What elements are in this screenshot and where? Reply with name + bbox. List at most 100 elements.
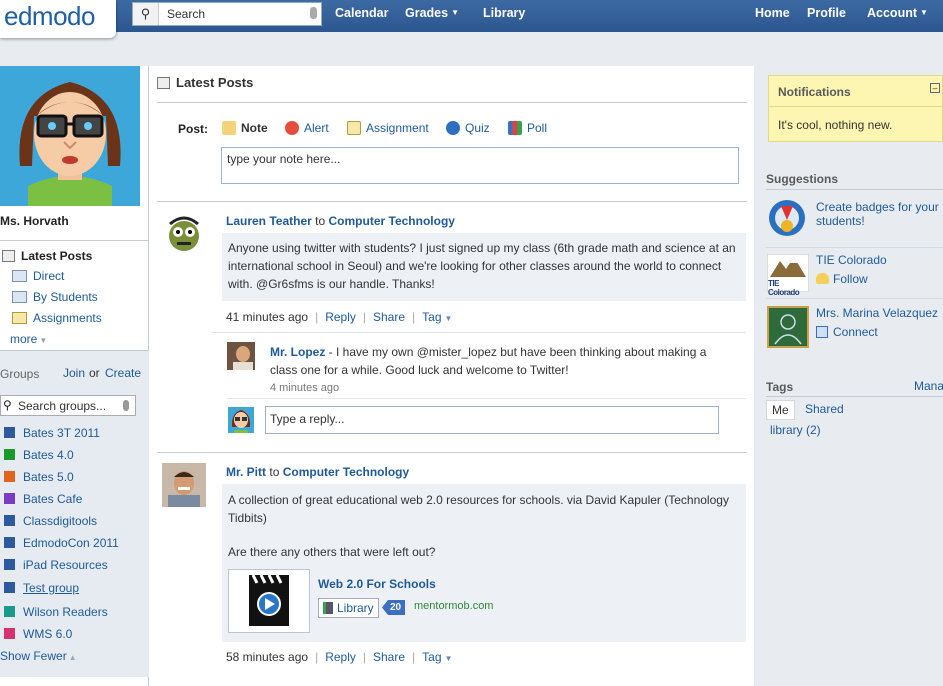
nav-grades[interactable]: Grades ▼ xyxy=(405,6,459,20)
group-item[interactable]: WMS 6.0 xyxy=(4,627,72,641)
group-item[interactable]: Classdigitools xyxy=(4,514,97,528)
divider xyxy=(157,201,747,202)
reply-input[interactable]: Type a reply... xyxy=(265,406,719,434)
suggestions-title: Suggestions xyxy=(766,172,839,186)
profile-name[interactable]: Ms. Horvath xyxy=(0,214,69,228)
post-author-link[interactable]: Mr. Pitt xyxy=(226,465,266,479)
nav-home[interactable]: Home xyxy=(755,6,790,20)
post-group-link[interactable]: Computer Technology xyxy=(283,465,409,479)
more-label: more xyxy=(10,332,38,346)
sidebar-item-assignments[interactable]: Assignments xyxy=(12,311,102,325)
share-link[interactable]: Share xyxy=(373,310,405,324)
group-item[interactable]: Test group xyxy=(4,581,79,595)
post-type-poll[interactable]: Poll xyxy=(508,121,547,135)
link-domain[interactable]: mentormob.com xyxy=(414,600,493,612)
post-label: Post: xyxy=(178,122,208,136)
alert-icon xyxy=(285,121,299,135)
join-group-link[interactable]: Join xyxy=(63,366,85,380)
join-or-text: or xyxy=(89,366,100,380)
tags-title: Tags xyxy=(766,380,794,394)
author-avatar[interactable] xyxy=(162,463,206,507)
group-item[interactable]: iPad Resources xyxy=(4,558,108,572)
sidebar-latest-posts[interactable]: Latest Posts xyxy=(2,249,92,263)
microphone-icon[interactable] xyxy=(123,400,129,411)
reply-link[interactable]: Reply xyxy=(325,650,356,664)
edmodo-logo[interactable]: edmodo xyxy=(0,0,116,38)
tab-tags-shared[interactable]: Shared xyxy=(805,402,844,416)
group-name: EdmodoCon 2011 xyxy=(23,536,119,550)
post-timestamp: 58 minutes ago xyxy=(226,650,309,664)
group-color-icon xyxy=(4,628,15,639)
suggestion-marina-velazquez[interactable]: Mrs. Marina Velazquez xyxy=(816,306,938,320)
my-avatar-small xyxy=(228,407,254,433)
chevron-down-icon: ▼ xyxy=(39,336,48,345)
note-input-placeholder: type your note here... xyxy=(227,152,341,166)
global-search[interactable]: ⚲ Search xyxy=(132,2,322,26)
tab-tags-me[interactable]: Me xyxy=(766,400,795,420)
badge-icon[interactable] xyxy=(767,198,807,240)
sidebar-item-by-students[interactable]: By Students xyxy=(12,290,98,304)
post-author-link[interactable]: Lauren Teather xyxy=(226,214,312,228)
search-input[interactable]: Search xyxy=(167,7,205,21)
post-type-assignment[interactable]: Assignment xyxy=(347,121,429,135)
group-item[interactable]: EdmodoCon 2011 xyxy=(4,536,119,550)
show-fewer-link[interactable]: Show Fewer ▲ xyxy=(0,649,77,663)
suggestion-tie-colorado[interactable]: TIE Colorado xyxy=(816,253,887,267)
link-thumbnail[interactable] xyxy=(228,569,310,633)
post-type-alert[interactable]: Alert xyxy=(285,121,329,135)
sidebar-more-link[interactable]: more ▼ xyxy=(10,332,47,346)
group-color-icon xyxy=(4,427,15,438)
connect-button[interactable]: Connect xyxy=(816,325,878,339)
profile-avatar[interactable] xyxy=(0,66,140,206)
students-icon xyxy=(12,291,27,303)
notifications-title: Notifications xyxy=(778,85,851,99)
post-text-2: Are there any others that were left out? xyxy=(228,545,436,559)
group-item[interactable]: Bates 4.0 xyxy=(4,448,74,462)
nav-account[interactable]: Account ▼ xyxy=(867,6,928,20)
create-badges-link[interactable]: Create badges for your students! xyxy=(816,200,941,228)
group-item[interactable]: Bates 5.0 xyxy=(4,470,74,484)
note-input[interactable]: type your note here... xyxy=(221,147,739,184)
create-group-link[interactable]: Create xyxy=(105,366,141,380)
microphone-icon[interactable] xyxy=(310,7,317,19)
divider xyxy=(0,240,149,241)
tag-link[interactable]: Tag xyxy=(422,650,441,664)
group-search[interactable]: ⚲ Search groups... xyxy=(0,395,136,416)
divider xyxy=(227,398,746,399)
tie-colorado-logo[interactable]: TIE Colorado xyxy=(767,254,809,297)
connect-icon xyxy=(816,326,828,338)
divider xyxy=(157,102,747,103)
group-item[interactable]: Bates Cafe xyxy=(4,492,82,506)
post-type-quiz[interactable]: Quiz xyxy=(446,121,490,135)
post-meta: 58 minutes ago | Reply | Share | Tag ▼ xyxy=(226,650,453,664)
group-color-icon xyxy=(4,606,15,617)
tag-link[interactable]: Tag xyxy=(422,310,441,324)
manage-tags-link[interactable]: Mana xyxy=(914,379,943,393)
reply-link[interactable]: Reply xyxy=(325,310,356,324)
group-color-icon xyxy=(4,449,15,460)
group-item[interactable]: Bates 3T 2011 xyxy=(4,426,100,440)
sidebar-latest-posts-label: Latest Posts xyxy=(21,249,93,263)
group-color-icon xyxy=(4,515,15,526)
author-avatar[interactable] xyxy=(162,212,206,256)
follow-button[interactable]: Follow xyxy=(816,272,868,286)
reply-author-link[interactable]: Mr. Lopez xyxy=(270,345,325,359)
divider xyxy=(766,396,943,397)
collapse-icon[interactable]: – xyxy=(930,83,940,93)
link-title[interactable]: Web 2.0 For Schools xyxy=(318,577,436,591)
post-group-link[interactable]: Computer Technology xyxy=(329,214,455,228)
nav-profile[interactable]: Profile xyxy=(807,6,846,20)
user-avatar-placeholder[interactable] xyxy=(767,306,809,348)
group-search-input[interactable]: Search groups... xyxy=(18,399,106,413)
share-link[interactable]: Share xyxy=(373,650,405,664)
nav-library[interactable]: Library xyxy=(483,6,525,20)
group-name: Bates 4.0 xyxy=(23,448,74,462)
sidebar-item-direct[interactable]: Direct xyxy=(12,269,64,283)
reply-author-avatar[interactable] xyxy=(227,342,255,370)
add-to-library-button[interactable]: Library xyxy=(318,598,379,618)
nav-calendar[interactable]: Calendar xyxy=(335,6,389,20)
group-item[interactable]: Wilson Readers xyxy=(4,605,108,619)
post-type-note[interactable]: Note xyxy=(222,121,268,135)
group-name: iPad Resources xyxy=(23,558,108,572)
tag-item[interactable]: library (2) xyxy=(770,423,821,437)
